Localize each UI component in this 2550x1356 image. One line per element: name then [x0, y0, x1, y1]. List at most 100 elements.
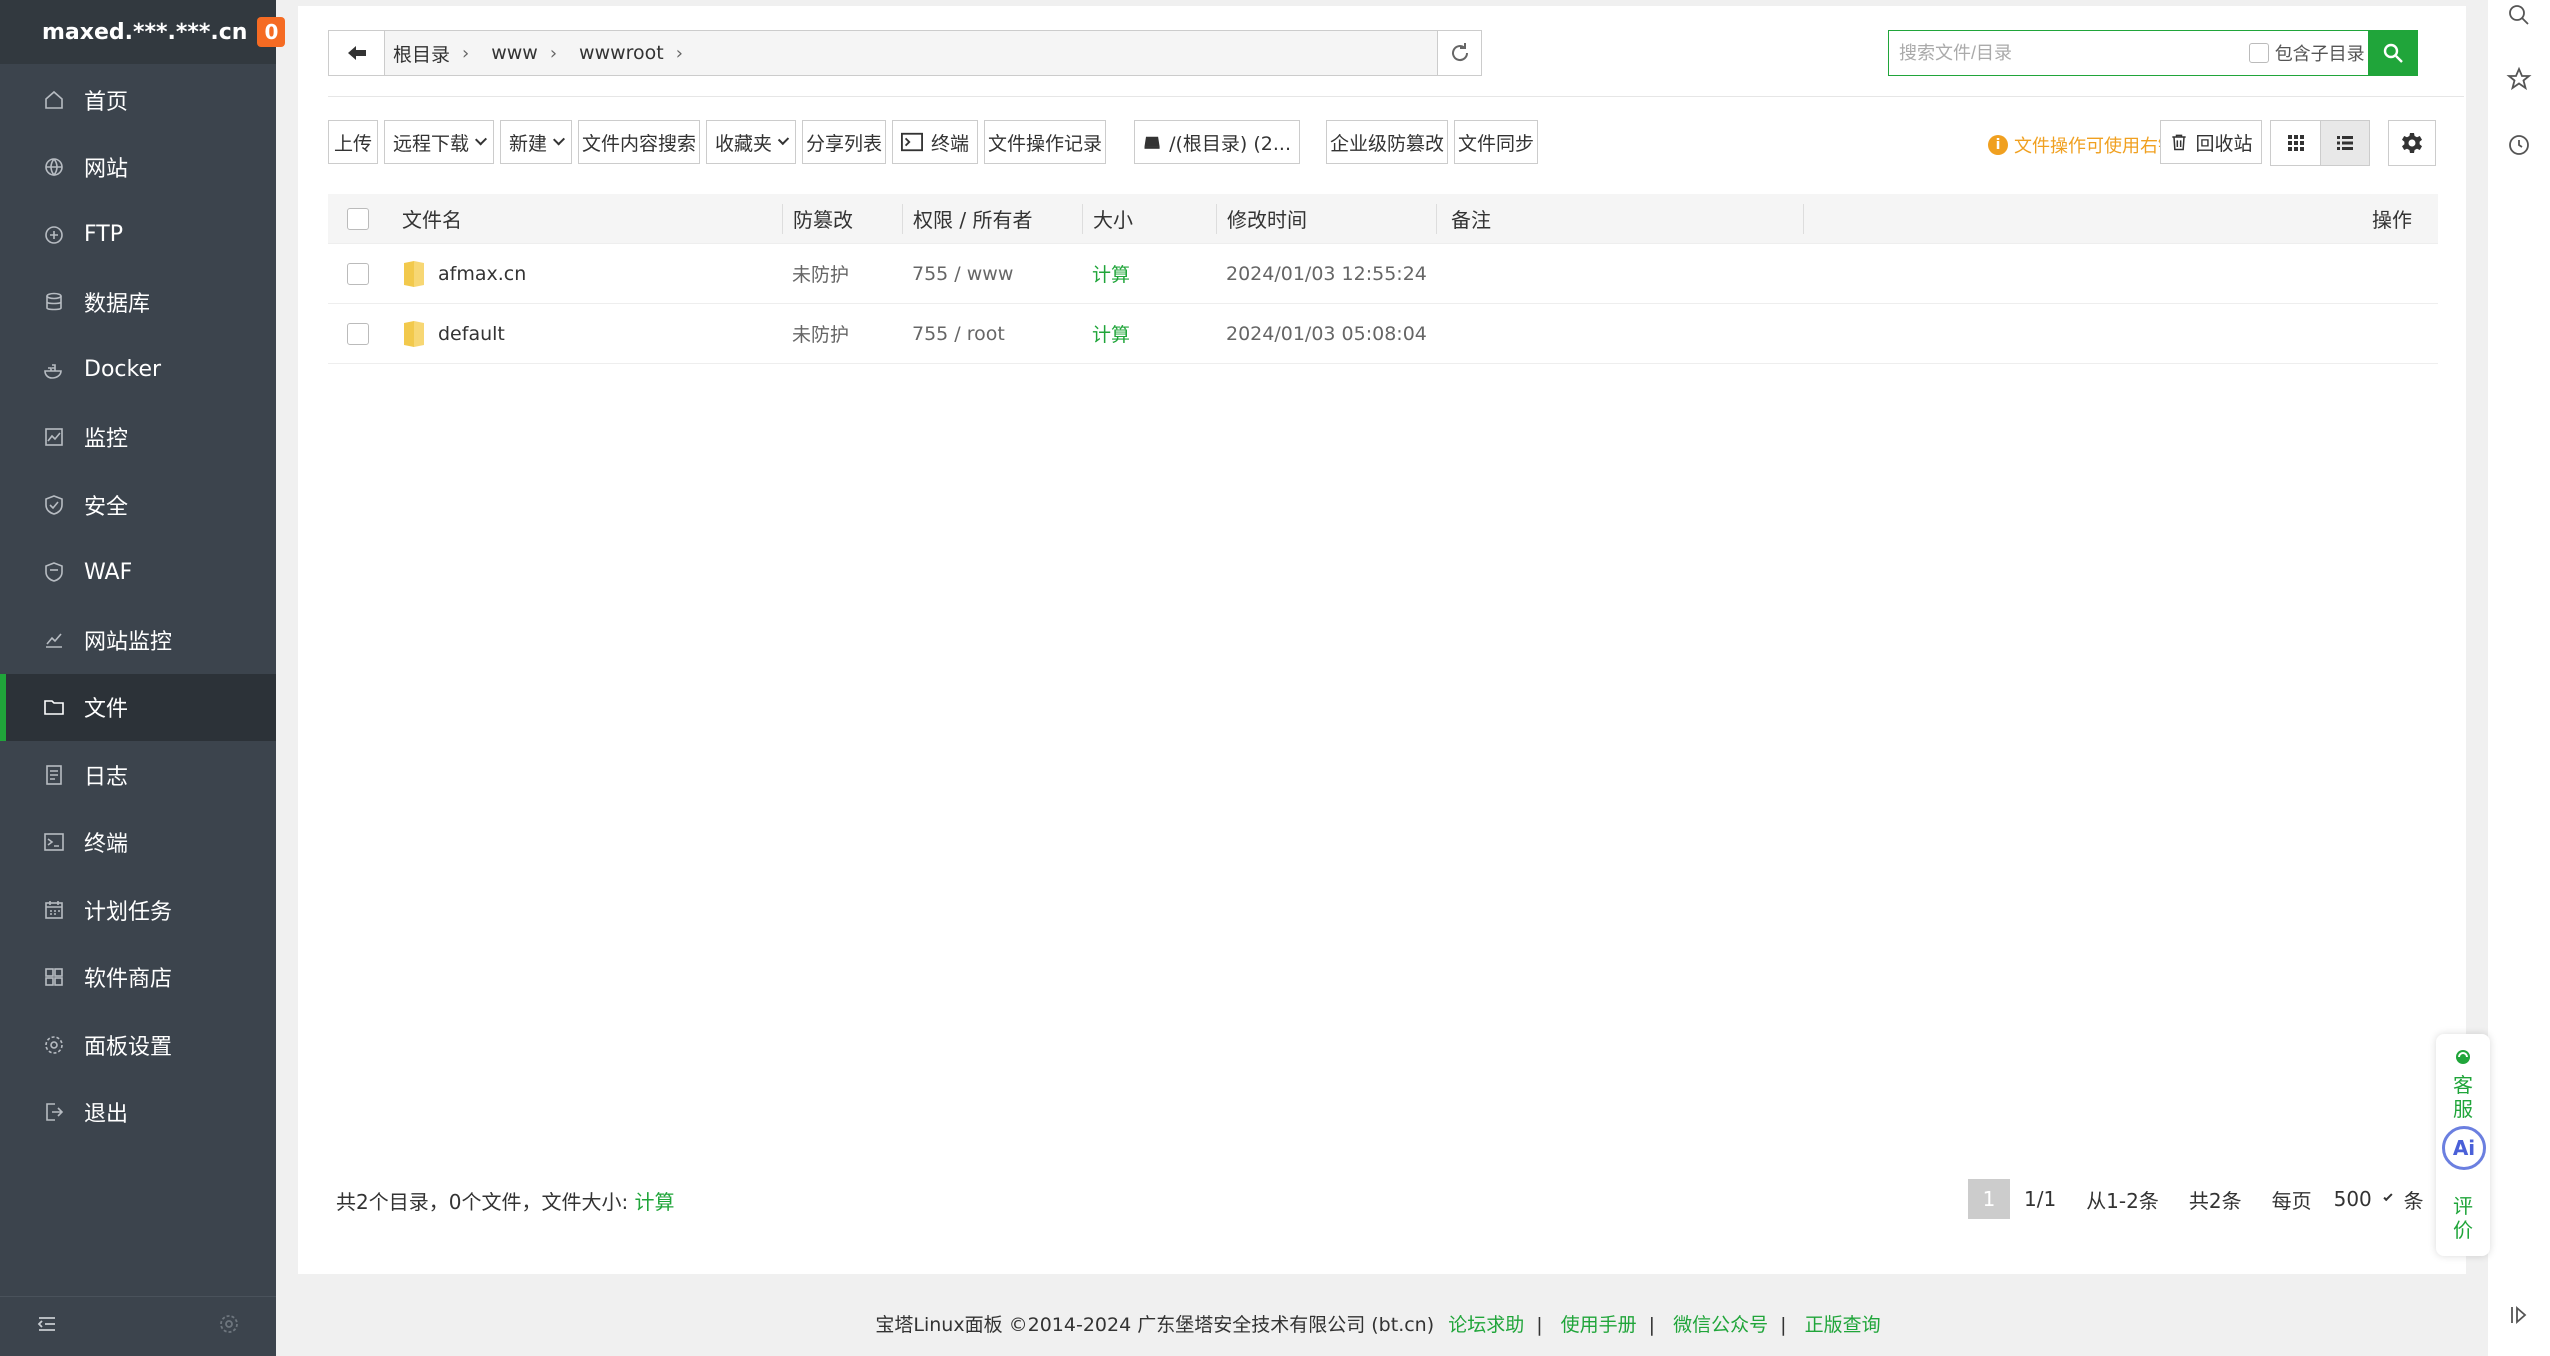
- chart-icon: [42, 628, 66, 652]
- back-button[interactable]: [329, 31, 385, 75]
- current-page[interactable]: 1: [1968, 1179, 2010, 1219]
- checkbox[interactable]: [2248, 43, 2269, 63]
- file-name[interactable]: default: [438, 323, 505, 345]
- message-badge[interactable]: 0: [257, 17, 286, 47]
- grid-view-button[interactable]: [2271, 121, 2320, 165]
- globe-icon: [42, 155, 66, 179]
- permission-owner[interactable]: 755 / www: [902, 263, 1082, 285]
- share-list-label: 分享列表: [806, 132, 883, 155]
- sidebar-item-database[interactable]: 数据库: [0, 269, 276, 337]
- chevron-down-icon: [553, 133, 566, 146]
- protect-status[interactable]: 未防护: [782, 260, 902, 287]
- terminal-icon: [901, 132, 923, 152]
- collapse-menu-icon[interactable]: [36, 1313, 58, 1340]
- path-box[interactable]: 根目录 › www › wwwroot ›: [328, 30, 1482, 76]
- permission-owner[interactable]: 755 / root: [902, 323, 1082, 345]
- sidebar-item-logout[interactable]: 退出: [0, 1079, 276, 1147]
- sidebar-item-site-monitor[interactable]: 网站监控: [0, 606, 276, 674]
- list-view-button[interactable]: [2320, 121, 2369, 165]
- refresh-button[interactable]: [1437, 31, 1481, 75]
- sidebar-item-cron[interactable]: 计划任务: [0, 876, 276, 944]
- recycle-bin-button[interactable]: 回收站: [2160, 120, 2262, 164]
- sidebar-item-files[interactable]: 文件: [0, 673, 276, 741]
- breadcrumb-item[interactable]: 根目录: [393, 40, 462, 67]
- sidebar-item-website[interactable]: 网站: [0, 134, 276, 202]
- feedback-button[interactable]: 评价: [2436, 1194, 2490, 1242]
- table-row[interactable]: afmax.cn 未防护 755 / www 计算 2024/01/03 12:…: [328, 244, 2438, 304]
- per-page-select[interactable]: 500: [2320, 1187, 2393, 1211]
- col-mtime-header[interactable]: 修改时间: [1216, 203, 1436, 234]
- license-check-link[interactable]: 正版查询: [1805, 1314, 1881, 1336]
- select-all-checkbox[interactable]: [347, 207, 369, 230]
- footer-separator: |: [1648, 1314, 1656, 1336]
- include-subdir-checkbox[interactable]: 包含子目录: [2248, 40, 2369, 66]
- wechat-link[interactable]: 微信公众号: [1673, 1314, 1768, 1336]
- copyright-text: 宝塔Linux面板 ©2014-2024 广东堡塔安全技术有限公司 (bt.cn…: [875, 1314, 1435, 1336]
- sidebar: maxed.***.***.cn 0 首页 网站 FTP 数据库 Docker …: [0, 0, 286, 1356]
- customer-service-label: 客服: [2453, 1073, 2473, 1121]
- forum-link[interactable]: 论坛求助: [1448, 1314, 1524, 1336]
- share-list-button[interactable]: 分享列表: [802, 120, 886, 164]
- expand-panel-icon[interactable]: [2506, 1302, 2532, 1328]
- file-name-cell[interactable]: afmax.cn: [388, 259, 782, 289]
- breadcrumb-item[interactable]: wwwroot: [579, 42, 676, 64]
- sidebar-item-docker[interactable]: Docker: [0, 336, 276, 404]
- sidebar-item-monitor[interactable]: 监控: [0, 404, 276, 472]
- history-icon[interactable]: [2506, 132, 2532, 158]
- manual-link[interactable]: 使用手册: [1561, 1314, 1637, 1336]
- breadcrumb-item[interactable]: www: [491, 42, 550, 64]
- protect-status[interactable]: 未防护: [782, 320, 902, 347]
- col-size-header[interactable]: 大小: [1082, 203, 1216, 234]
- terminal-icon: [42, 830, 66, 854]
- sidebar-item-waf[interactable]: WAF: [0, 539, 276, 607]
- footer-separator: |: [1780, 1314, 1787, 1336]
- sidebar-item-terminal[interactable]: 终端: [0, 809, 276, 877]
- sidebar-settings-icon[interactable]: [218, 1313, 240, 1340]
- sidebar-item-label: 网站监控: [84, 629, 173, 655]
- sidebar-item-security[interactable]: 安全: [0, 471, 276, 539]
- page-footer: 宝塔Linux面板 ©2014-2024 广东堡塔安全技术有限公司 (bt.cn…: [276, 1310, 2488, 1337]
- search-button[interactable]: [2368, 30, 2418, 76]
- sidebar-item-settings[interactable]: 面板设置: [0, 1011, 276, 1079]
- row-checkbox[interactable]: [347, 322, 369, 345]
- customer-service-button[interactable]: 客服: [2436, 1048, 2490, 1121]
- row-checkbox[interactable]: [347, 262, 369, 285]
- sidebar-item-ftp[interactable]: FTP: [0, 201, 276, 269]
- ai-assistant-button[interactable]: Ai: [2442, 1126, 2486, 1170]
- sidebar-item-label: 数据库: [84, 292, 151, 318]
- search-icon[interactable]: [2506, 2, 2532, 28]
- sidebar-item-store[interactable]: 软件商店: [0, 944, 276, 1012]
- col-name-header[interactable]: 文件名: [388, 204, 782, 233]
- tamper-protect-label: 企业级防篡改: [1330, 132, 1445, 155]
- size-calc-link[interactable]: 计算: [1082, 320, 1216, 347]
- summary-calc-link[interactable]: 计算: [635, 1190, 675, 1214]
- search-input[interactable]: [1889, 31, 2249, 75]
- star-icon[interactable]: [2506, 66, 2532, 92]
- sidebar-item-home[interactable]: 首页: [0, 66, 276, 134]
- favorites-button[interactable]: 收藏夹: [706, 120, 796, 164]
- size-calc-link[interactable]: 计算: [1082, 260, 1216, 287]
- remote-download-label: 远程下载: [393, 132, 470, 155]
- content-search-button[interactable]: 文件内容搜索: [578, 120, 700, 164]
- disk-button[interactable]: /(根目录) (2...: [1134, 120, 1300, 164]
- server-host[interactable]: maxed.***.***.cn: [42, 20, 247, 45]
- file-name[interactable]: afmax.cn: [438, 263, 526, 285]
- table-row[interactable]: default 未防护 755 / root 计算 2024/01/03 05:…: [328, 304, 2438, 364]
- operation-log-button[interactable]: 文件操作记录: [984, 120, 1106, 164]
- sidebar-item-logs[interactable]: 日志: [0, 741, 276, 809]
- file-sync-button[interactable]: 文件同步: [1454, 120, 1538, 164]
- file-manager-panel: 根目录› www› wwwroot› 包含子目录 上传 远程下载 新建 文件内容…: [298, 6, 2466, 1274]
- new-button[interactable]: 新建: [500, 120, 572, 164]
- file-name-cell[interactable]: default: [388, 319, 782, 349]
- tamper-protect-button[interactable]: 企业级防篡改: [1326, 120, 1448, 164]
- search-box: 包含子目录: [1888, 30, 2418, 76]
- breadcrumb: 根目录 › www › wwwroot ›: [385, 40, 1437, 67]
- remote-download-button[interactable]: 远程下载: [384, 120, 494, 164]
- apps-icon: [42, 965, 66, 989]
- table-settings-button[interactable]: [2388, 120, 2436, 166]
- gear-icon: [42, 1033, 66, 1057]
- sidebar-item-label: 日志: [84, 764, 129, 790]
- upload-button[interactable]: 上传: [328, 120, 378, 164]
- terminal-button[interactable]: 终端: [892, 120, 978, 164]
- shield-icon: [42, 493, 66, 517]
